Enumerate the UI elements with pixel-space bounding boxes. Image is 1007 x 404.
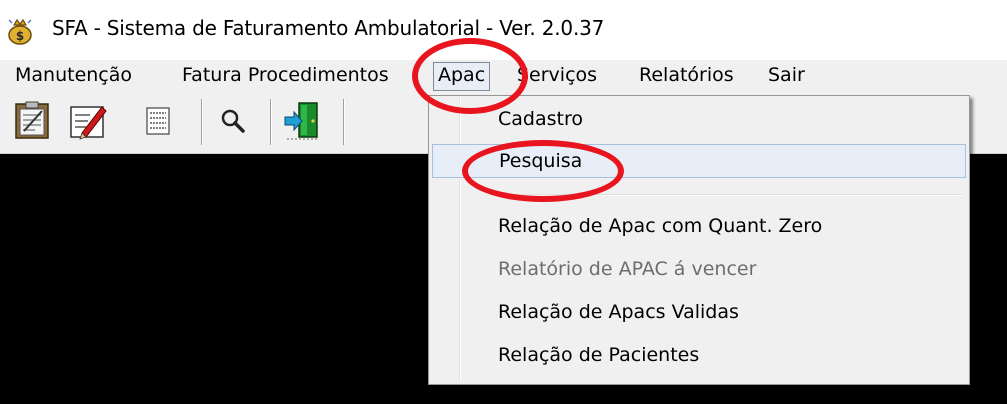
menu-manutencao[interactable]: Manutenção (12, 62, 135, 89)
menu-relatorios[interactable]: Relatórios (636, 62, 737, 89)
edit-document-button[interactable] (68, 101, 108, 141)
toolbar-separator (343, 99, 344, 145)
menu-item-label: Relação de Apacs Validas (498, 301, 739, 323)
menu-item-relacao-pacientes[interactable]: Relação de Pacientes (432, 338, 964, 372)
menu-item-label: Relatório de APAC á vencer (498, 258, 757, 280)
menu-separator (493, 194, 963, 196)
clipboard-icon (15, 101, 49, 139)
menu-fatura-procedimentos[interactable]: Fatura Procedimentos (179, 62, 392, 89)
window-title: SFA - Sistema de Faturamento Ambulatoria… (52, 16, 605, 40)
list-document-button[interactable] (138, 101, 178, 141)
svg-text:$: $ (16, 29, 24, 43)
toolbar-separator (201, 99, 202, 145)
menu-apac[interactable]: Apac (433, 62, 491, 91)
magnifier-icon (221, 109, 245, 133)
apac-dropdown-menu: Cadastro Pesquisa Relação de Apac com Qu… (428, 95, 970, 385)
money-bag-icon: $ (8, 18, 32, 45)
menu-item-cadastro[interactable]: Cadastro (432, 102, 964, 136)
menu-item-label: Relação de Apac com Quant. Zero (498, 215, 823, 237)
menu-item-label: Pesquisa (499, 150, 583, 172)
document-edit-icon (70, 106, 107, 140)
menu-item-pesquisa[interactable]: Pesquisa (432, 144, 966, 178)
menu-sair[interactable]: Sair (765, 62, 808, 89)
title-bar: $ SFA - Sistema de Faturamento Ambulator… (0, 0, 1007, 60)
menu-item-relatorio-apac-vencer: Relatório de APAC á vencer (432, 252, 964, 286)
toolbar-separator (270, 99, 271, 145)
clipboard-button[interactable] (12, 101, 52, 141)
exit-button[interactable] (283, 101, 323, 141)
menu-servicos[interactable]: Serviços (514, 62, 600, 89)
menu-item-label: Relação de Pacientes (498, 344, 700, 366)
app-window: $ SFA - Sistema de Faturamento Ambulator… (0, 0, 1007, 404)
search-button[interactable] (213, 101, 253, 141)
exit-door-icon (284, 102, 319, 140)
list-document-icon (146, 107, 170, 135)
menu-item-label: Cadastro (498, 108, 583, 130)
menu-item-relacao-apac-quant-zero[interactable]: Relação de Apac com Quant. Zero (432, 209, 964, 243)
menu-bar: Manutenção Fatura Procedimentos Apac Ser… (0, 60, 1007, 94)
menu-item-relacao-apacs-validas[interactable]: Relação de Apacs Validas (432, 295, 964, 329)
